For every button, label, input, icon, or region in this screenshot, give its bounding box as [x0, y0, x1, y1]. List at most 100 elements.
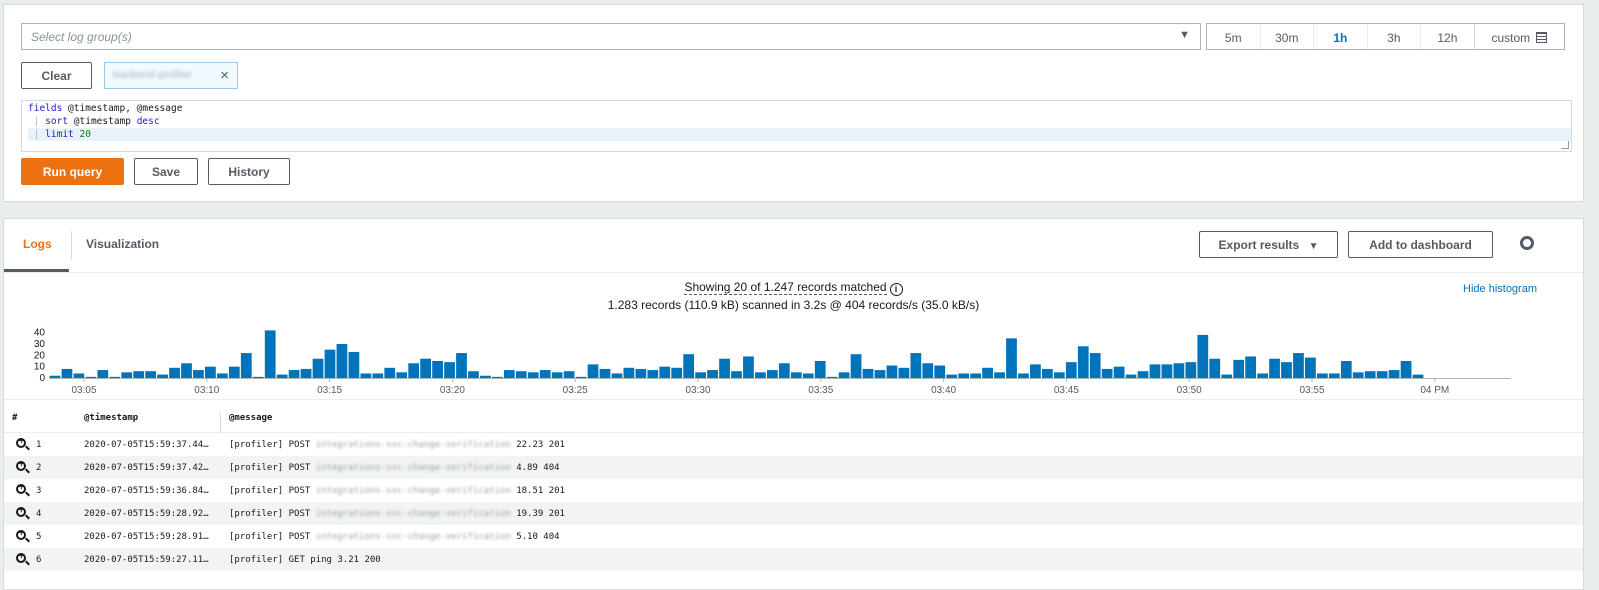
histogram-bar [1209, 358, 1221, 378]
histogram-bar [456, 353, 467, 378]
query-editor[interactable]: fields @timestamp, @message | sort @time… [21, 100, 1572, 152]
histogram-bar [1340, 361, 1352, 378]
close-icon[interactable]: × [220, 67, 229, 84]
expand-row-icon[interactable] [16, 482, 26, 494]
histogram-bar [1281, 362, 1292, 378]
histogram-bar [1089, 353, 1101, 378]
clear-button[interactable]: Clear [21, 62, 92, 89]
histogram-bar [300, 368, 312, 378]
histogram-bar [575, 376, 587, 378]
expand-row-icon[interactable] [16, 528, 26, 540]
histogram-bar [133, 371, 145, 378]
table-header: # @timestamp @message [4, 399, 1583, 433]
x-tick-label: 03:40 [931, 385, 956, 396]
time-range-5m[interactable]: 5m [1207, 24, 1260, 49]
histogram-bar [1161, 364, 1173, 378]
x-tick-label: 03:30 [685, 385, 710, 396]
table-row[interactable]: 6 2020-07-05T15:59:27.11… [profiler] GET p… [4, 548, 1583, 571]
query-line-2: | sort @timestamp desc [28, 116, 160, 127]
chevron-down-icon: ▼ [1308, 241, 1319, 252]
histogram-bar [862, 368, 874, 378]
histogram-bar [228, 366, 240, 378]
histogram-bar [743, 356, 754, 378]
histogram-bar [468, 371, 479, 378]
row-index: 3 [36, 486, 42, 496]
header-message[interactable]: @message [229, 413, 272, 423]
hide-histogram-link[interactable]: Hide histogram [1463, 283, 1537, 295]
histogram-bar [671, 367, 683, 378]
histogram-bar [85, 376, 97, 378]
histogram-bar [145, 371, 157, 378]
y-tick-label: 30 [34, 339, 46, 350]
x-tick-label: 03:45 [1054, 385, 1079, 396]
table-row[interactable]: 1 2020-07-05T15:59:37.44… [profiler] POST … [4, 433, 1583, 456]
header-timestamp[interactable]: @timestamp [84, 413, 138, 423]
histogram-bar [922, 363, 934, 378]
histogram-bar [563, 371, 575, 378]
histogram-bar [1030, 364, 1041, 378]
info-icon[interactable]: i [889, 283, 903, 296]
histogram-bar [61, 368, 73, 378]
expand-row-icon[interactable] [16, 551, 26, 563]
histogram-bar [97, 370, 109, 378]
histogram-bar [360, 373, 372, 378]
histogram-bar [1400, 361, 1412, 378]
selected-log-group-name: backend-profiler [113, 69, 192, 81]
log-group-select[interactable]: Select log group(s) ▼ [21, 23, 1201, 50]
histogram-bar [599, 368, 611, 378]
row-timestamp: 2020-07-05T15:59:28.91… [84, 532, 209, 542]
row-index: 2 [36, 463, 42, 473]
tab-visualization[interactable]: Visualization [86, 237, 159, 251]
histogram-bar [73, 373, 85, 378]
save-button[interactable]: Save [134, 158, 198, 185]
histogram-bar [587, 364, 599, 378]
histogram-bar [336, 344, 348, 378]
column-divider[interactable] [220, 413, 221, 433]
histogram-bar [444, 362, 455, 378]
row-timestamp: 2020-07-05T15:59:27.11… [84, 555, 209, 565]
histogram-bar [826, 376, 838, 378]
time-range-1h[interactable]: 1h [1313, 24, 1367, 49]
table-row[interactable]: 3 2020-07-05T15:59:36.84… [profiler] POST … [4, 479, 1583, 502]
histogram-bar [755, 372, 766, 378]
chevron-down-icon[interactable]: ▼ [1179, 29, 1190, 41]
run-query-button[interactable]: Run query [21, 158, 124, 185]
time-range-12h[interactable]: 12h [1420, 24, 1474, 49]
histogram-bar [1328, 373, 1340, 378]
time-range-custom[interactable]: custom [1473, 24, 1564, 49]
histogram-bar [121, 372, 133, 378]
resize-handle-icon[interactable] [1561, 141, 1569, 149]
histogram-bar [1137, 371, 1149, 378]
histogram-bar [1269, 358, 1280, 378]
table-row[interactable]: 5 2020-07-05T15:59:28.91… [profiler] POST … [4, 525, 1583, 548]
x-tick-label: 04 PM [1420, 385, 1449, 396]
expand-row-icon[interactable] [16, 459, 26, 471]
histogram-bar [181, 363, 192, 378]
histogram-bar [766, 370, 778, 378]
histogram-bar [838, 372, 850, 378]
histogram-bar [802, 373, 814, 378]
histogram-bar [1352, 372, 1364, 378]
row-timestamp: 2020-07-05T15:59:37.44… [84, 440, 209, 450]
custom-label: custom [1491, 31, 1531, 45]
histogram-bar [898, 367, 910, 378]
query-line-1: fields @timestamp, @message [28, 103, 183, 114]
histogram-bar [910, 353, 922, 378]
table-row[interactable]: 4 2020-07-05T15:59:28.92… [profiler] POST … [4, 502, 1583, 525]
time-range-30m[interactable]: 30m [1259, 24, 1314, 49]
histogram-bar [240, 353, 252, 378]
tab-logs[interactable]: Logs [23, 237, 52, 251]
row-message: [profiler] POST integrations-svc-change-… [229, 440, 565, 450]
histogram-bar [527, 372, 539, 378]
history-button[interactable]: History [208, 158, 290, 185]
export-results-button[interactable]: Export results ▼ [1199, 231, 1338, 258]
gear-icon[interactable] [1520, 236, 1534, 250]
add-to-dashboard-button[interactable]: Add to dashboard [1348, 231, 1493, 258]
expand-row-icon[interactable] [16, 436, 26, 448]
expand-row-icon[interactable] [16, 505, 26, 517]
table-row[interactable]: 2 2020-07-05T15:59:37.42… [profiler] POST … [4, 456, 1583, 479]
histogram-bar [348, 351, 360, 378]
table-body: 1 2020-07-05T15:59:37.44… [profiler] POST … [4, 433, 1583, 571]
time-range-3h[interactable]: 3h [1366, 24, 1421, 49]
histogram-bar [1305, 357, 1316, 378]
